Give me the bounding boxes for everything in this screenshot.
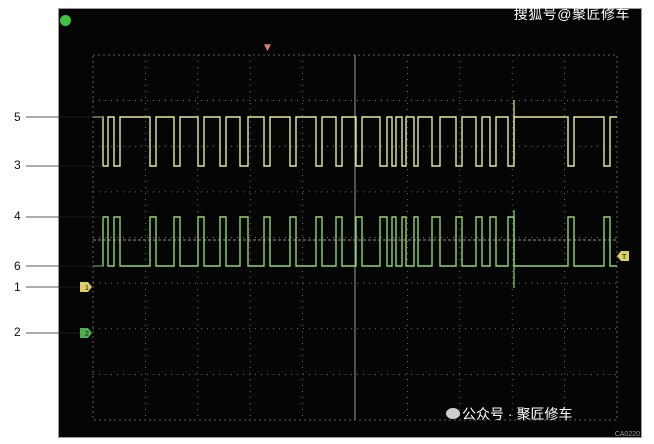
callout-5: 5 — [14, 110, 21, 124]
trigger-position-marker: ▼ — [264, 43, 271, 53]
wechat-icon — [446, 408, 460, 419]
ch2-marker-text: 2 — [85, 331, 89, 338]
image-code: CA0220 — [614, 431, 640, 438]
status-dot — [60, 15, 71, 26]
ch1-marker-text: 1 — [85, 285, 89, 292]
trigger-marker-text: T — [622, 254, 627, 261]
callout-4: 4 — [14, 209, 21, 223]
callout-3: 3 — [14, 158, 21, 172]
callout-2: 2 — [14, 325, 21, 339]
callout-6: 6 — [14, 259, 21, 273]
watermark-bottom: 公众号 · 聚匠修车 — [462, 406, 573, 422]
oscilloscope-plot: 1 2 T ▼ — [26, 43, 629, 421]
callout-1: 1 — [14, 280, 21, 294]
watermark-top: 搜狐号@聚匠修车 — [513, 6, 630, 22]
